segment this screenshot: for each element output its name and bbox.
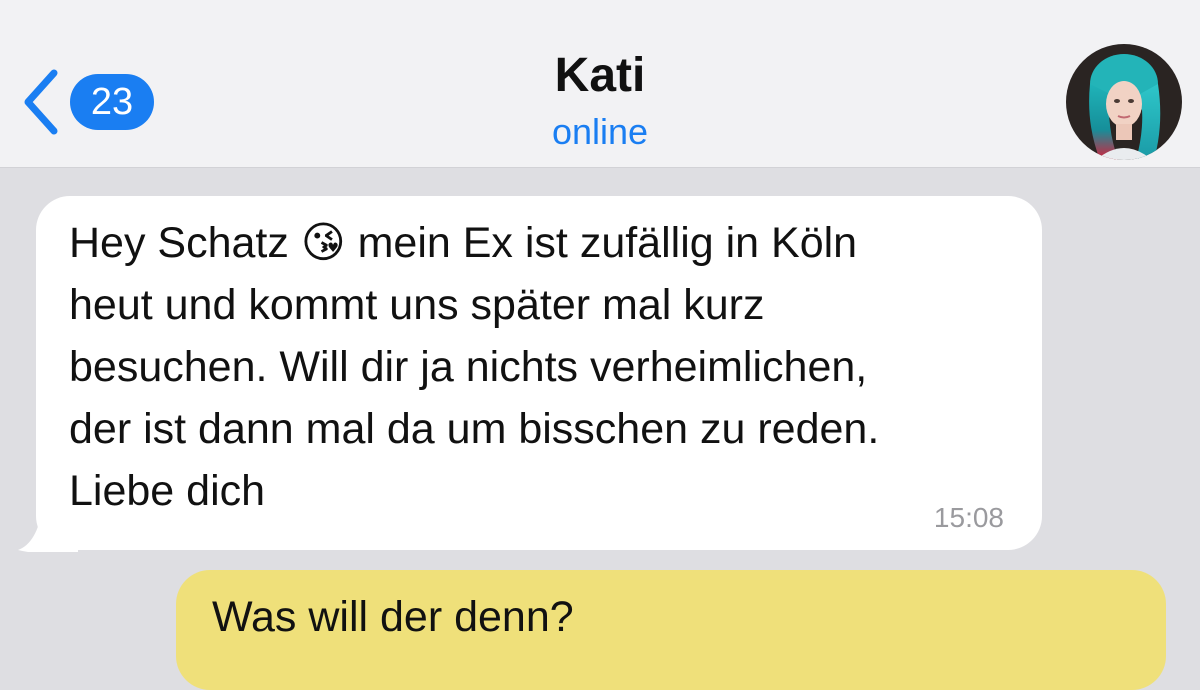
unread-count-badge: 23 xyxy=(70,74,154,130)
back-button[interactable]: 23 xyxy=(18,62,154,142)
outgoing-message-bubble[interactable]: Was will der denn? xyxy=(176,570,1166,690)
message-text: Hey Schatz 😘 mein Ex ist zufällig in Köl… xyxy=(69,219,880,515)
contact-info[interactable]: Kati online xyxy=(400,48,800,154)
avatar[interactable] xyxy=(1066,44,1182,160)
avatar-image xyxy=(1066,44,1182,160)
chevron-left-icon xyxy=(24,69,58,135)
chat-header: 23 Kati online xyxy=(0,0,1200,168)
message-text: Was will der denn? xyxy=(212,593,574,641)
message-timestamp: 15:08 xyxy=(933,502,1004,533)
contact-name: Kati xyxy=(554,49,646,102)
incoming-message-bubble[interactable]: Hey Schatz 😘 mein Ex ist zufällig in Köl… xyxy=(36,196,1042,550)
contact-status: online xyxy=(551,111,649,152)
